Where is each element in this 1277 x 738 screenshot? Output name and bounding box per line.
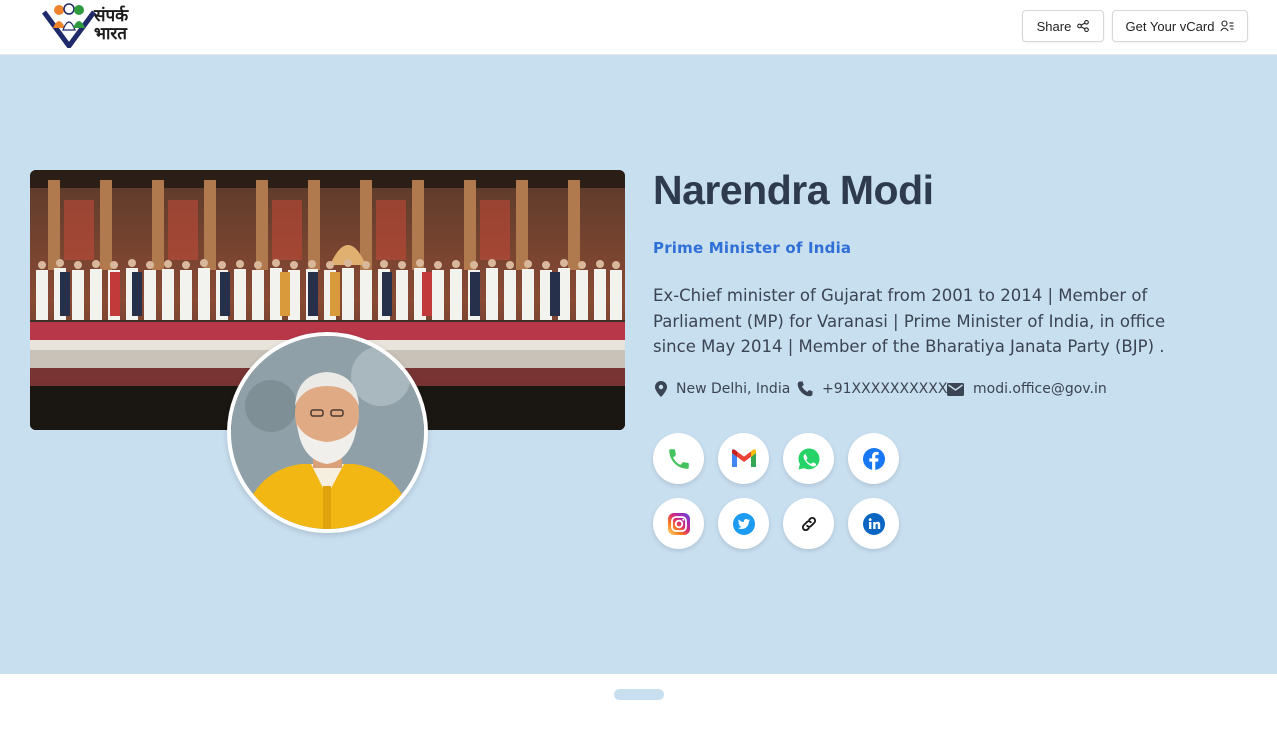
social-linkedin-button[interactable] xyxy=(848,498,899,549)
profile-name: Narendra Modi xyxy=(653,167,934,213)
email-text[interactable]: modi.office@gov.in xyxy=(973,381,1107,397)
social-twitter-button[interactable] xyxy=(718,498,769,549)
profile-hero: Narendra Modi Prime Minister of India Ex… xyxy=(0,55,1277,674)
share-icon xyxy=(1077,20,1090,32)
gmail-icon xyxy=(731,448,756,467)
social-whatsapp-button[interactable] xyxy=(783,433,834,484)
vcard-label: Get Your vCard xyxy=(1125,18,1215,34)
social-facebook-button[interactable] xyxy=(848,433,899,484)
linkedin-icon xyxy=(862,512,885,535)
social-link-button[interactable] xyxy=(783,498,834,549)
phone-icon xyxy=(668,448,689,469)
profile-avatar xyxy=(227,332,428,533)
sampark-bharat-logo[interactable]: संपर्क भारत xyxy=(41,2,162,49)
contact-location: New Delhi, India xyxy=(655,381,790,397)
carousel-indicator[interactable] xyxy=(614,689,664,700)
profile-bio: Ex-Chief minister of Gujarat from 2001 t… xyxy=(653,286,1166,356)
location-pin-icon xyxy=(655,381,667,397)
share-label: Share xyxy=(1036,18,1072,34)
top-bar: संपर्क भारत Share Get Your vCard xyxy=(0,0,1277,55)
social-instagram-button[interactable] xyxy=(653,498,704,549)
social-gmail-button[interactable] xyxy=(718,433,769,484)
whatsapp-icon xyxy=(798,448,819,469)
location-text: New Delhi, India xyxy=(676,381,791,397)
logo-text: संपर्क भारत xyxy=(94,6,129,44)
mail-icon xyxy=(947,382,964,396)
social-phone-button[interactable] xyxy=(653,433,704,484)
phone-icon xyxy=(797,381,813,397)
contact-phone[interactable]: +91XXXXXXXXXX xyxy=(797,381,947,397)
profile-title: Prime Minister of India xyxy=(653,239,852,257)
get-vcard-button[interactable]: Get Your vCard xyxy=(1112,10,1248,42)
instagram-icon xyxy=(667,512,690,535)
facebook-icon xyxy=(862,447,885,470)
logo-mark-icon xyxy=(41,2,97,49)
phone-text[interactable]: +91XXXXXXXXXX xyxy=(822,381,947,397)
link-icon xyxy=(801,516,816,531)
twitter-icon xyxy=(732,512,755,535)
contact-email[interactable]: modi.office@gov.in xyxy=(947,381,1107,397)
contact-card-icon xyxy=(1220,20,1234,32)
share-button[interactable]: Share xyxy=(1022,10,1104,42)
